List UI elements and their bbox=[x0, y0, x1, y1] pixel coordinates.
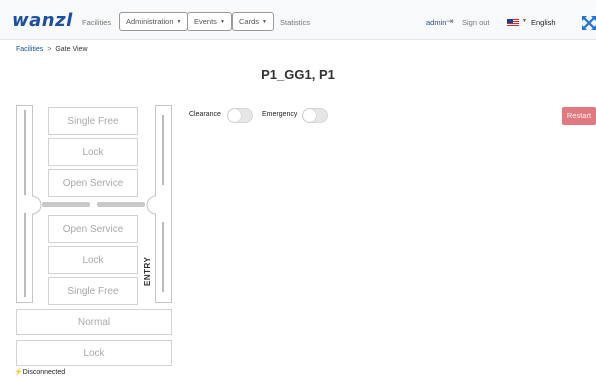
right-pillar-bar bbox=[162, 222, 164, 292]
entry-label: ENTRY bbox=[143, 256, 152, 286]
left-hinge-icon bbox=[32, 195, 42, 215]
exit-open-service-button[interactable]: Open Service bbox=[48, 169, 138, 197]
nav-events-label: Events bbox=[194, 17, 217, 26]
emergency-toggle[interactable] bbox=[302, 108, 328, 123]
clearance-toggle[interactable] bbox=[227, 108, 253, 123]
breadcrumb: Facilities > Gate View bbox=[16, 46, 88, 53]
nav-facilities-link[interactable]: Facilities bbox=[82, 18, 111, 27]
chevron-down-icon: ▼ bbox=[262, 19, 267, 25]
connection-status-text: Disconnected bbox=[22, 369, 66, 376]
disconnected-plug-icon: ⚡ bbox=[14, 369, 23, 376]
entry-single-free-button[interactable]: Single Free bbox=[48, 277, 138, 305]
nav-administration-dropdown[interactable]: Administration ▼ bbox=[119, 12, 189, 31]
us-flag-icon[interactable] bbox=[507, 19, 519, 26]
connection-status: ⚡Disconnected bbox=[14, 368, 65, 376]
wanzl-logo[interactable]: wanzl bbox=[12, 10, 73, 31]
nav-cards-label: Cards bbox=[239, 17, 260, 26]
left-pillar-bar bbox=[24, 213, 26, 297]
restart-button[interactable]: Restart bbox=[562, 107, 596, 125]
nav-events-dropdown[interactable]: Events ▼ bbox=[187, 12, 232, 31]
exit-single-free-button[interactable]: Single Free bbox=[48, 107, 138, 135]
toggle-knob bbox=[303, 109, 316, 122]
right-pillar-bar bbox=[162, 115, 164, 185]
sign-out-link[interactable]: Sign out bbox=[462, 18, 490, 27]
breadcrumb-current: Gate View bbox=[55, 46, 88, 53]
emergency-label: Emergency bbox=[262, 111, 298, 118]
lock-mode-button[interactable]: Lock bbox=[16, 340, 172, 366]
top-navbar: wanzl Facilities Administration ▼ Events ▼… bbox=[0, 0, 596, 40]
chevron-down-icon[interactable]: ▼ bbox=[522, 18, 527, 24]
nav-cards-dropdown[interactable]: Cards ▼ bbox=[232, 12, 274, 31]
entry-lock-button[interactable]: Lock bbox=[48, 246, 138, 274]
clearance-label: Clearance bbox=[189, 111, 221, 118]
fullscreen-icon[interactable] bbox=[582, 16, 596, 30]
normal-mode-button[interactable]: Normal bbox=[16, 309, 172, 335]
chevron-down-icon: ▼ bbox=[219, 19, 225, 25]
toggle-knob bbox=[228, 109, 241, 122]
nav-administration-label: Administration bbox=[126, 17, 174, 26]
page-title: P1_GG1, P1 bbox=[261, 67, 335, 82]
language-select[interactable]: English bbox=[531, 18, 556, 27]
barrier-arm-right bbox=[97, 202, 145, 207]
exit-lock-button[interactable]: Lock bbox=[48, 138, 138, 166]
nav-statistics-link[interactable]: Statistics bbox=[280, 18, 310, 27]
breadcrumb-facilities-link[interactable]: Facilities bbox=[16, 46, 43, 53]
sign-out-icon[interactable]: ⇥ bbox=[446, 16, 454, 27]
user-link[interactable]: admin bbox=[426, 18, 446, 27]
left-pillar-bar bbox=[24, 110, 26, 195]
right-hinge-icon bbox=[146, 195, 156, 215]
chevron-down-icon: ▼ bbox=[176, 19, 182, 25]
barrier-arm-left bbox=[42, 202, 90, 207]
entry-open-service-button[interactable]: Open Service bbox=[48, 215, 138, 243]
breadcrumb-separator: > bbox=[47, 46, 52, 53]
